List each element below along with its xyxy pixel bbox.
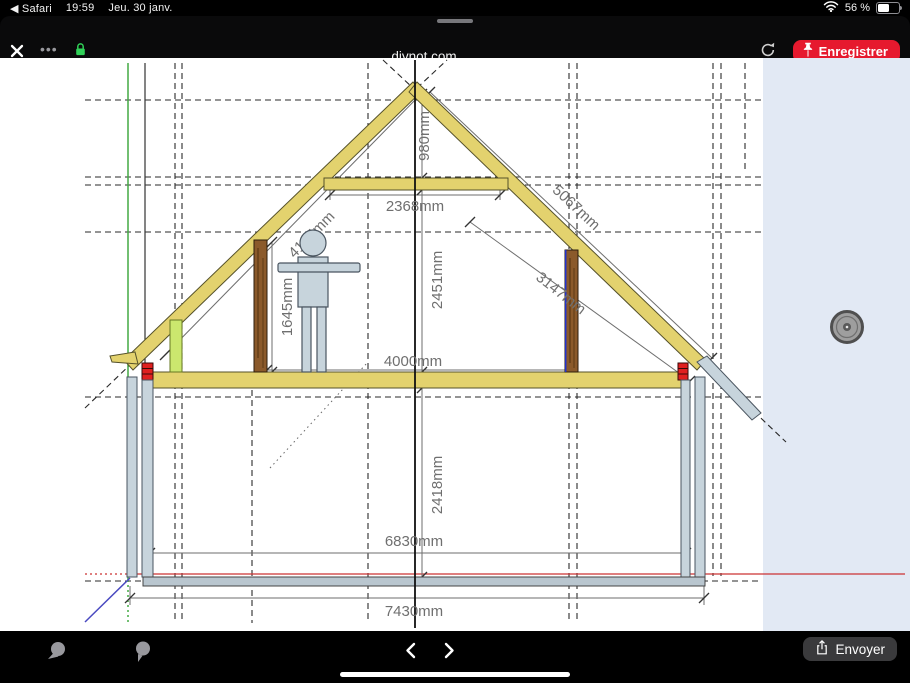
next-button[interactable]: [443, 642, 456, 662]
chevron-right-icon: [443, 642, 456, 662]
dimension-label: 4000mm: [384, 353, 442, 370]
share-icon: [815, 639, 829, 659]
page-background-panel: [763, 58, 910, 631]
home-indicator[interactable]: [340, 672, 570, 677]
dimension-label: 6830mm: [385, 533, 443, 550]
circular-knob[interactable]: [832, 312, 863, 343]
floor-joist-band: [145, 372, 688, 388]
collar-tie: [324, 178, 508, 190]
structural-drawing: 4195mm: [0, 58, 910, 631]
dimension-label: 7430mm: [385, 603, 443, 620]
more-options-button[interactable]: •••: [40, 44, 58, 54]
dislike-button[interactable]: [130, 639, 154, 666]
dimension-label: 980mm: [416, 111, 433, 161]
thumbs-down-icon: [130, 639, 154, 666]
dimension-label: 2368mm: [386, 198, 444, 215]
chevron-left-icon: [404, 642, 417, 662]
ipad-safari-share-sheet: { "status_bar": { "back_to_app": "◀ Safa…: [0, 0, 910, 683]
bottom-action-bar: Envoyer: [0, 631, 910, 683]
dimension-label: 2451mm: [429, 251, 446, 309]
drawing-canvas: [0, 58, 763, 631]
like-button[interactable]: [44, 639, 68, 666]
save-button-label: Enregistrer: [819, 44, 888, 59]
dimension-label: 1645mm: [279, 278, 296, 336]
status-time: 19:59: [66, 2, 95, 14]
status-bar: ◀ Safari 19:59 Jeu. 30 janv. 56 %: [0, 0, 910, 16]
send-button-label: Envoyer: [835, 642, 885, 657]
left-green-stud: [170, 320, 182, 372]
battery-icon: [876, 2, 900, 14]
back-to-app-label[interactable]: ◀ Safari: [10, 2, 52, 15]
sheet-toolbar: ••• diynot.com Enregi: [0, 16, 910, 58]
sheet-grabber[interactable]: [437, 19, 473, 23]
image-preview-area[interactable]: 4195mm: [0, 58, 910, 631]
send-button[interactable]: Envoyer: [803, 637, 897, 661]
status-date: Jeu. 30 janv.: [108, 2, 172, 14]
battery-percent: 56 %: [845, 2, 870, 14]
wifi-icon: [823, 1, 839, 15]
floor-slab: [143, 577, 705, 586]
dimension-label: 2418mm: [429, 456, 446, 514]
thumbs-up-icon: [44, 639, 68, 666]
previous-button[interactable]: [404, 642, 417, 662]
